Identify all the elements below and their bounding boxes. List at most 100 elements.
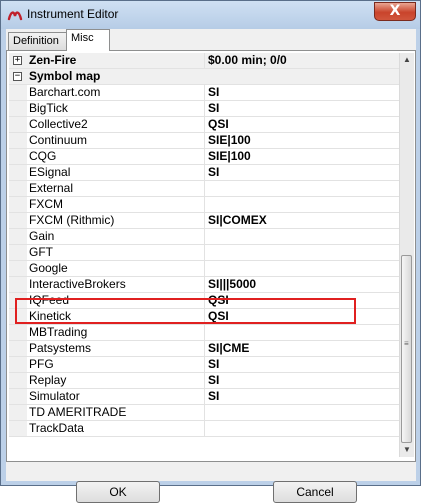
property-value[interactable]: SI: [204, 85, 399, 100]
property-name: TrackData: [29, 421, 84, 435]
property-name: FXCM: [29, 197, 63, 211]
window-title: Instrument Editor: [27, 7, 119, 21]
property-value[interactable]: [204, 197, 399, 212]
property-name: GFT: [29, 245, 53, 259]
tab-misc[interactable]: Misc: [66, 29, 110, 51]
row-gutter: [9, 213, 27, 228]
property-name: InteractiveBrokers: [29, 277, 126, 291]
row-gutter: [9, 341, 27, 356]
row-gutter: [9, 133, 27, 148]
ok-button[interactable]: OK: [76, 481, 160, 503]
row-gutter: [9, 245, 27, 260]
vertical-scrollbar[interactable]: ▲ ≡ ▼: [399, 53, 414, 457]
scroll-up-icon[interactable]: ▲: [400, 53, 414, 67]
property-value[interactable]: SI: [204, 101, 399, 116]
property-value[interactable]: [204, 325, 399, 340]
scroll-thumb[interactable]: ≡: [401, 255, 412, 443]
property-value[interactable]: [204, 181, 399, 196]
tab-definition[interactable]: Definition: [8, 32, 68, 50]
property-name: TD AMERITRADE: [29, 405, 127, 419]
instrument-editor-window: Instrument Editor X Definition Misc + Zen…: [0, 0, 421, 503]
property-value[interactable]: SIE|100: [204, 149, 399, 164]
property-name: Continuum: [29, 133, 88, 147]
property-name: Google: [29, 261, 68, 275]
row-gutter: [9, 101, 27, 116]
row-gutter: +: [9, 53, 27, 68]
property-row[interactable]: TD AMERITRADE: [9, 405, 399, 421]
scroll-down-icon[interactable]: ▼: [400, 443, 414, 457]
property-value[interactable]: SI: [204, 357, 399, 372]
property-value[interactable]: SI: [204, 389, 399, 404]
property-value[interactable]: SI|CME: [204, 341, 399, 356]
property-row[interactable]: External: [9, 181, 399, 197]
row-gutter: [9, 149, 27, 164]
cancel-button[interactable]: Cancel: [273, 481, 357, 503]
property-row[interactable]: ESignal SI: [9, 165, 399, 181]
property-row[interactable]: CQG SIE|100: [9, 149, 399, 165]
close-button[interactable]: X: [374, 2, 416, 21]
row-gutter: [9, 197, 27, 212]
property-row[interactable]: Google: [9, 261, 399, 277]
property-name: Zen-Fire: [29, 53, 77, 67]
property-name: Symbol map: [29, 69, 101, 83]
property-name: Barchart.com: [29, 85, 101, 99]
property-row[interactable]: MBTrading: [9, 325, 399, 341]
property-value[interactable]: SI|||5000: [204, 277, 399, 292]
property-name: Gain: [29, 229, 55, 243]
property-row[interactable]: FXCM (Rithmic) SI|COMEX: [9, 213, 399, 229]
property-row[interactable]: FXCM: [9, 197, 399, 213]
property-name: PFG: [29, 357, 54, 371]
property-row[interactable]: Collective2 QSI: [9, 117, 399, 133]
property-value[interactable]: [204, 245, 399, 260]
property-name: CQG: [29, 149, 57, 163]
title-bar[interactable]: Instrument Editor X: [1, 1, 420, 29]
row-gutter: [9, 85, 27, 100]
category-row[interactable]: + Zen-Fire $0.00 min; 0/0: [9, 53, 399, 69]
property-name: BigTick: [29, 101, 68, 115]
property-grid[interactable]: + Zen-Fire $0.00 min; 0/0− Symbol map Barcha…: [9, 53, 399, 457]
tab-strip: Definition Misc: [6, 29, 416, 51]
row-gutter: [9, 261, 27, 276]
property-row[interactable]: PFG SI: [9, 357, 399, 373]
property-value[interactable]: SI: [204, 165, 399, 180]
property-value[interactable]: QSI: [204, 117, 399, 132]
row-gutter: [9, 277, 27, 292]
property-value[interactable]: SI|COMEX: [204, 213, 399, 228]
property-value[interactable]: [204, 421, 399, 436]
row-gutter: [9, 373, 27, 388]
property-name: Replay: [29, 373, 67, 387]
category-row[interactable]: − Symbol map: [9, 69, 399, 85]
property-name: ESignal: [29, 165, 71, 179]
row-gutter: [9, 229, 27, 244]
property-value[interactable]: [204, 405, 399, 420]
property-row[interactable]: Patsystems SI|CME: [9, 341, 399, 357]
dialog-body: Definition Misc + Zen-Fire $0.00 min; 0/0−…: [6, 29, 416, 503]
property-row[interactable]: Simulator SI: [9, 389, 399, 405]
property-row[interactable]: Gain: [9, 229, 399, 245]
property-value[interactable]: SIE|100: [204, 133, 399, 148]
grip-icon: ≡: [404, 339, 409, 348]
property-row[interactable]: Barchart.com SI: [9, 85, 399, 101]
property-value: $0.00 min; 0/0: [204, 53, 399, 68]
expand-icon[interactable]: +: [13, 56, 22, 65]
property-value[interactable]: [204, 261, 399, 276]
property-row[interactable]: InteractiveBrokers SI|||5000: [9, 277, 399, 293]
ninja-logo-icon: [7, 11, 23, 21]
row-gutter: [9, 405, 27, 420]
row-gutter: [9, 357, 27, 372]
property-name: External: [29, 181, 74, 195]
property-row[interactable]: GFT: [9, 245, 399, 261]
row-gutter: [9, 181, 27, 196]
property-row[interactable]: Replay SI: [9, 373, 399, 389]
close-icon: X: [389, 3, 401, 19]
property-value[interactable]: [204, 229, 399, 244]
property-row[interactable]: TrackData: [9, 421, 399, 437]
row-gutter: [9, 165, 27, 180]
collapse-icon[interactable]: −: [13, 72, 22, 81]
row-gutter: [9, 421, 27, 436]
property-row[interactable]: BigTick SI: [9, 101, 399, 117]
property-value[interactable]: SI: [204, 373, 399, 388]
row-gutter: [9, 325, 27, 340]
property-row[interactable]: Continuum SIE|100: [9, 133, 399, 149]
property-name: Patsystems: [29, 341, 92, 355]
